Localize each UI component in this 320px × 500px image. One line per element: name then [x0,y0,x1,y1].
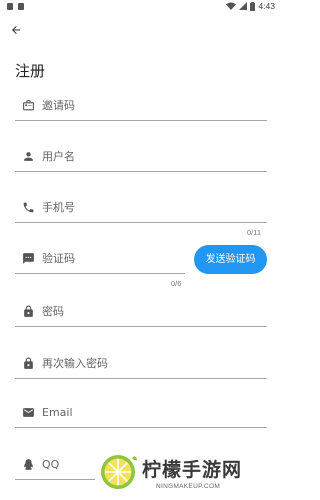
password-input[interactable] [42,301,257,321]
person-icon [21,149,35,163]
status-bar: 4:43 [0,0,281,14]
wifi-icon [226,2,237,10]
phone-char-counter: 0/11 [247,228,262,237]
phone-input[interactable] [42,197,257,217]
password-field[interactable] [15,297,267,327]
email-field[interactable] [15,398,267,428]
username-input[interactable] [42,146,257,166]
username-field[interactable] [15,142,267,172]
phone-field[interactable] [15,193,267,223]
send-code-button[interactable]: 发送验证码 [194,245,267,274]
qq-icon [21,457,35,471]
notification-icons [7,3,24,10]
lock-icon [21,356,35,370]
invite-code-field[interactable] [15,91,267,121]
notification-icon [18,3,24,10]
qq-input[interactable] [42,454,90,474]
card-icon [21,98,35,112]
confirm-password-field[interactable] [15,349,267,379]
watermark: 柠檬手游网 NINGMAKEUP.COM [98,452,278,498]
status-time: 4:43 [258,1,275,11]
notification-icon [7,3,13,10]
invite-code-input[interactable] [42,95,257,115]
lemon-logo-icon [101,455,137,489]
watermark-url: NINGMAKEUP.COM [156,483,221,490]
watermark-name: 柠檬手游网 [142,459,243,481]
signal-icon [239,2,248,10]
battery-icon [250,1,256,11]
confirm-password-input[interactable] [42,353,257,373]
back-button[interactable] [7,21,25,39]
sms-icon [21,251,35,265]
arrow-back-icon [12,26,20,34]
qq-field[interactable] [15,450,95,480]
mail-icon [21,405,35,419]
phone-icon [21,200,35,214]
code-char-counter: 0/6 [171,279,182,288]
verification-code-field[interactable] [15,244,185,274]
verification-code-input[interactable] [42,248,177,268]
lock-icon [21,304,35,318]
email-input[interactable] [42,402,257,422]
page-title: 注册 [15,62,46,80]
